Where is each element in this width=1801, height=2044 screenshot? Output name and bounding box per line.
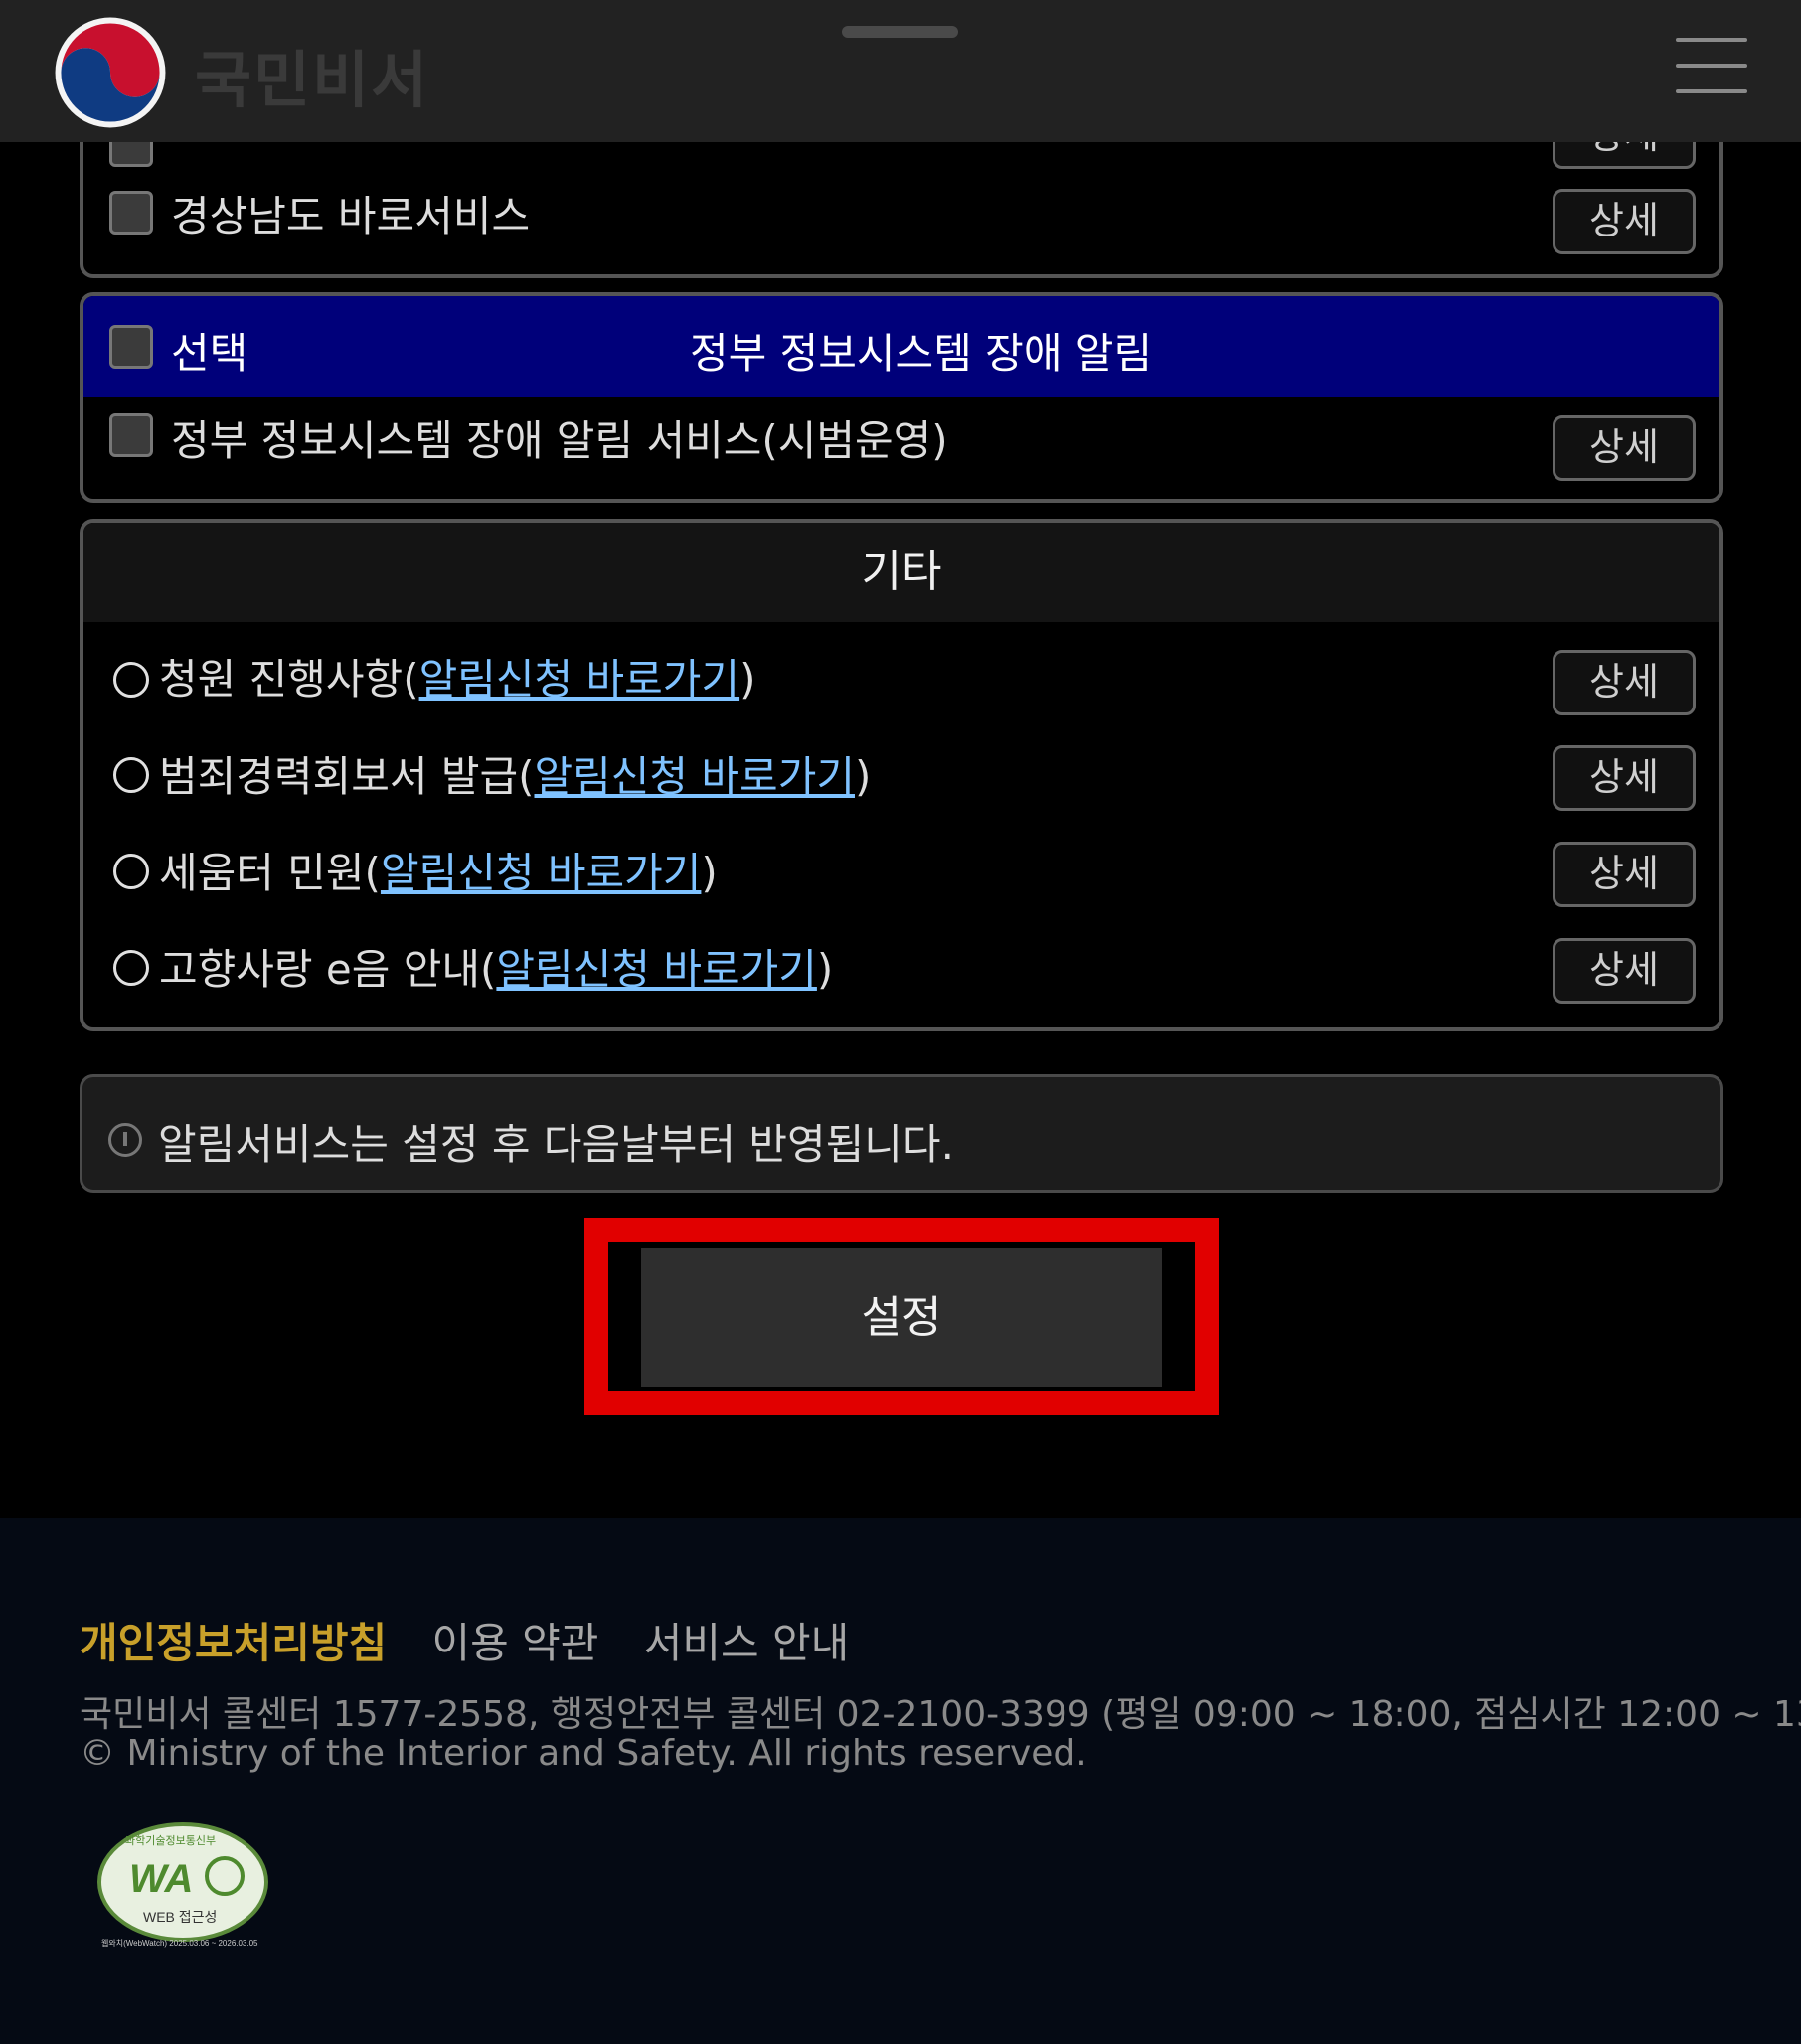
notice-text: 알림서비스는 설정 후 다음날부터 반영됩니다.	[158, 1120, 954, 1169]
detail-button[interactable]: 상세	[1553, 650, 1696, 715]
list-item: 세움터 민원(알림신청 바로가기) 상세	[83, 840, 1719, 909]
callcenter-info: 국민비서 콜센터 1577-2558, 행정안전부 콜센터 02-2100-33…	[80, 1694, 1801, 1735]
card-title: 정부 정보시스템 장애 알림	[690, 329, 1153, 378]
detail-button[interactable]: 상세	[1553, 189, 1696, 254]
footer-links: 개인정보처리방침 이용 약관 서비스 안내	[80, 1610, 881, 1670]
item-radio[interactable]	[113, 662, 149, 698]
footer: 개인정보처리방침 이용 약관 서비스 안내 국민비서 콜센터 1577-2558…	[0, 1518, 1801, 2044]
select-all-checkbox[interactable]	[109, 325, 153, 369]
list-item: 고향사랑 e음 안내(알림신청 바로가기) 상세	[83, 936, 1719, 1006]
detail-button[interactable]: 상세	[1553, 938, 1696, 1004]
hamburger-menu-icon[interactable]	[1676, 38, 1751, 97]
item-label: 청원 진행사항(알림신청 바로가기)	[159, 655, 756, 704]
app-header: 국민비서	[0, 0, 1801, 142]
drag-handle[interactable]	[842, 26, 958, 38]
list-item: 청원 진행사항(알림신청 바로가기) 상세	[83, 646, 1719, 715]
svg-text:과학기술정보통신부: 과학기술정보통신부	[125, 1834, 216, 1847]
list-item: 정부 정보시스템 장애 알림 서비스(시범운영) 상세	[83, 407, 1719, 481]
select-label: 선택	[171, 329, 248, 378]
item-label: 범죄경력회보서 발급(알림신청 바로가기)	[159, 752, 872, 801]
apply-link[interactable]: 알림신청 바로가기	[381, 849, 701, 897]
detail-button[interactable]: 상세	[1553, 415, 1696, 481]
notice-box: 알림서비스는 설정 후 다음날부터 반영됩니다.	[80, 1074, 1723, 1193]
logo-text: 국민비서	[195, 44, 430, 116]
item-radio[interactable]	[113, 950, 149, 986]
terms-link[interactable]: 이용 약관	[431, 1619, 598, 1667]
card-title: 기타	[83, 523, 1719, 622]
apply-link[interactable]: 알림신청 바로가기	[419, 655, 739, 704]
svg-text:WEB 접근성: WEB 접근성	[143, 1909, 217, 1925]
apply-link[interactable]: 알림신청 바로가기	[496, 945, 816, 994]
detail-button[interactable]: 상세	[1553, 745, 1696, 811]
item-checkbox[interactable]	[109, 413, 153, 457]
privacy-policy-link[interactable]: 개인정보처리방침	[80, 1619, 387, 1667]
svg-text:웹와치(WebWatch) 2025.03.06 ~ 202: 웹와치(WebWatch) 2025.03.06 ~ 2026.03.05	[101, 1938, 258, 1948]
list-item: 범죄경력회보서 발급(알림신청 바로가기) 상세	[83, 743, 1719, 813]
info-icon	[108, 1123, 142, 1157]
service-guide-link[interactable]: 서비스 안내	[644, 1619, 850, 1667]
detail-button[interactable]: 상세	[1553, 842, 1696, 907]
etc-card: 기타 청원 진행사항(알림신청 바로가기) 상세 범죄경력회보서 발급(알림신청…	[80, 519, 1723, 1031]
wa-accessibility-badge-icon: WA WEB 접근성 과학기술정보통신부 웹와치(WebWatch) 2025.…	[97, 1822, 268, 1948]
save-settings-button[interactable]: 설정	[641, 1248, 1162, 1387]
item-label: 정부 정보시스템 장애 알림 서비스(시범운영)	[171, 416, 948, 465]
item-radio[interactable]	[113, 854, 149, 889]
item-checkbox[interactable]	[109, 191, 153, 235]
gov-system-card: 선택 정부 정보시스템 장애 알림 정부 정보시스템 장애 알림 서비스(시범운…	[80, 292, 1723, 503]
svg-text:WA: WA	[129, 1857, 193, 1901]
page: 국민비서 상세 경상남도 바로서비스 상세 선택 정부 정보시스템 장애 알림 …	[0, 0, 1801, 2044]
item-label: 고향사랑 e음 안내(알림신청 바로가기)	[159, 945, 834, 994]
card-header: 선택 정부 정보시스템 장애 알림	[83, 296, 1719, 397]
item-label: 세움터 민원(알림신청 바로가기)	[159, 849, 718, 897]
list-item: 경상남도 바로서비스 상세	[83, 183, 1719, 254]
government-logo-icon[interactable]	[52, 14, 169, 131]
copyright: © Ministry of the Interior and Safety. A…	[80, 1733, 1087, 1774]
apply-link[interactable]: 알림신청 바로가기	[535, 752, 855, 801]
item-radio[interactable]	[113, 757, 149, 793]
item-label: 경상남도 바로서비스	[171, 192, 531, 240]
